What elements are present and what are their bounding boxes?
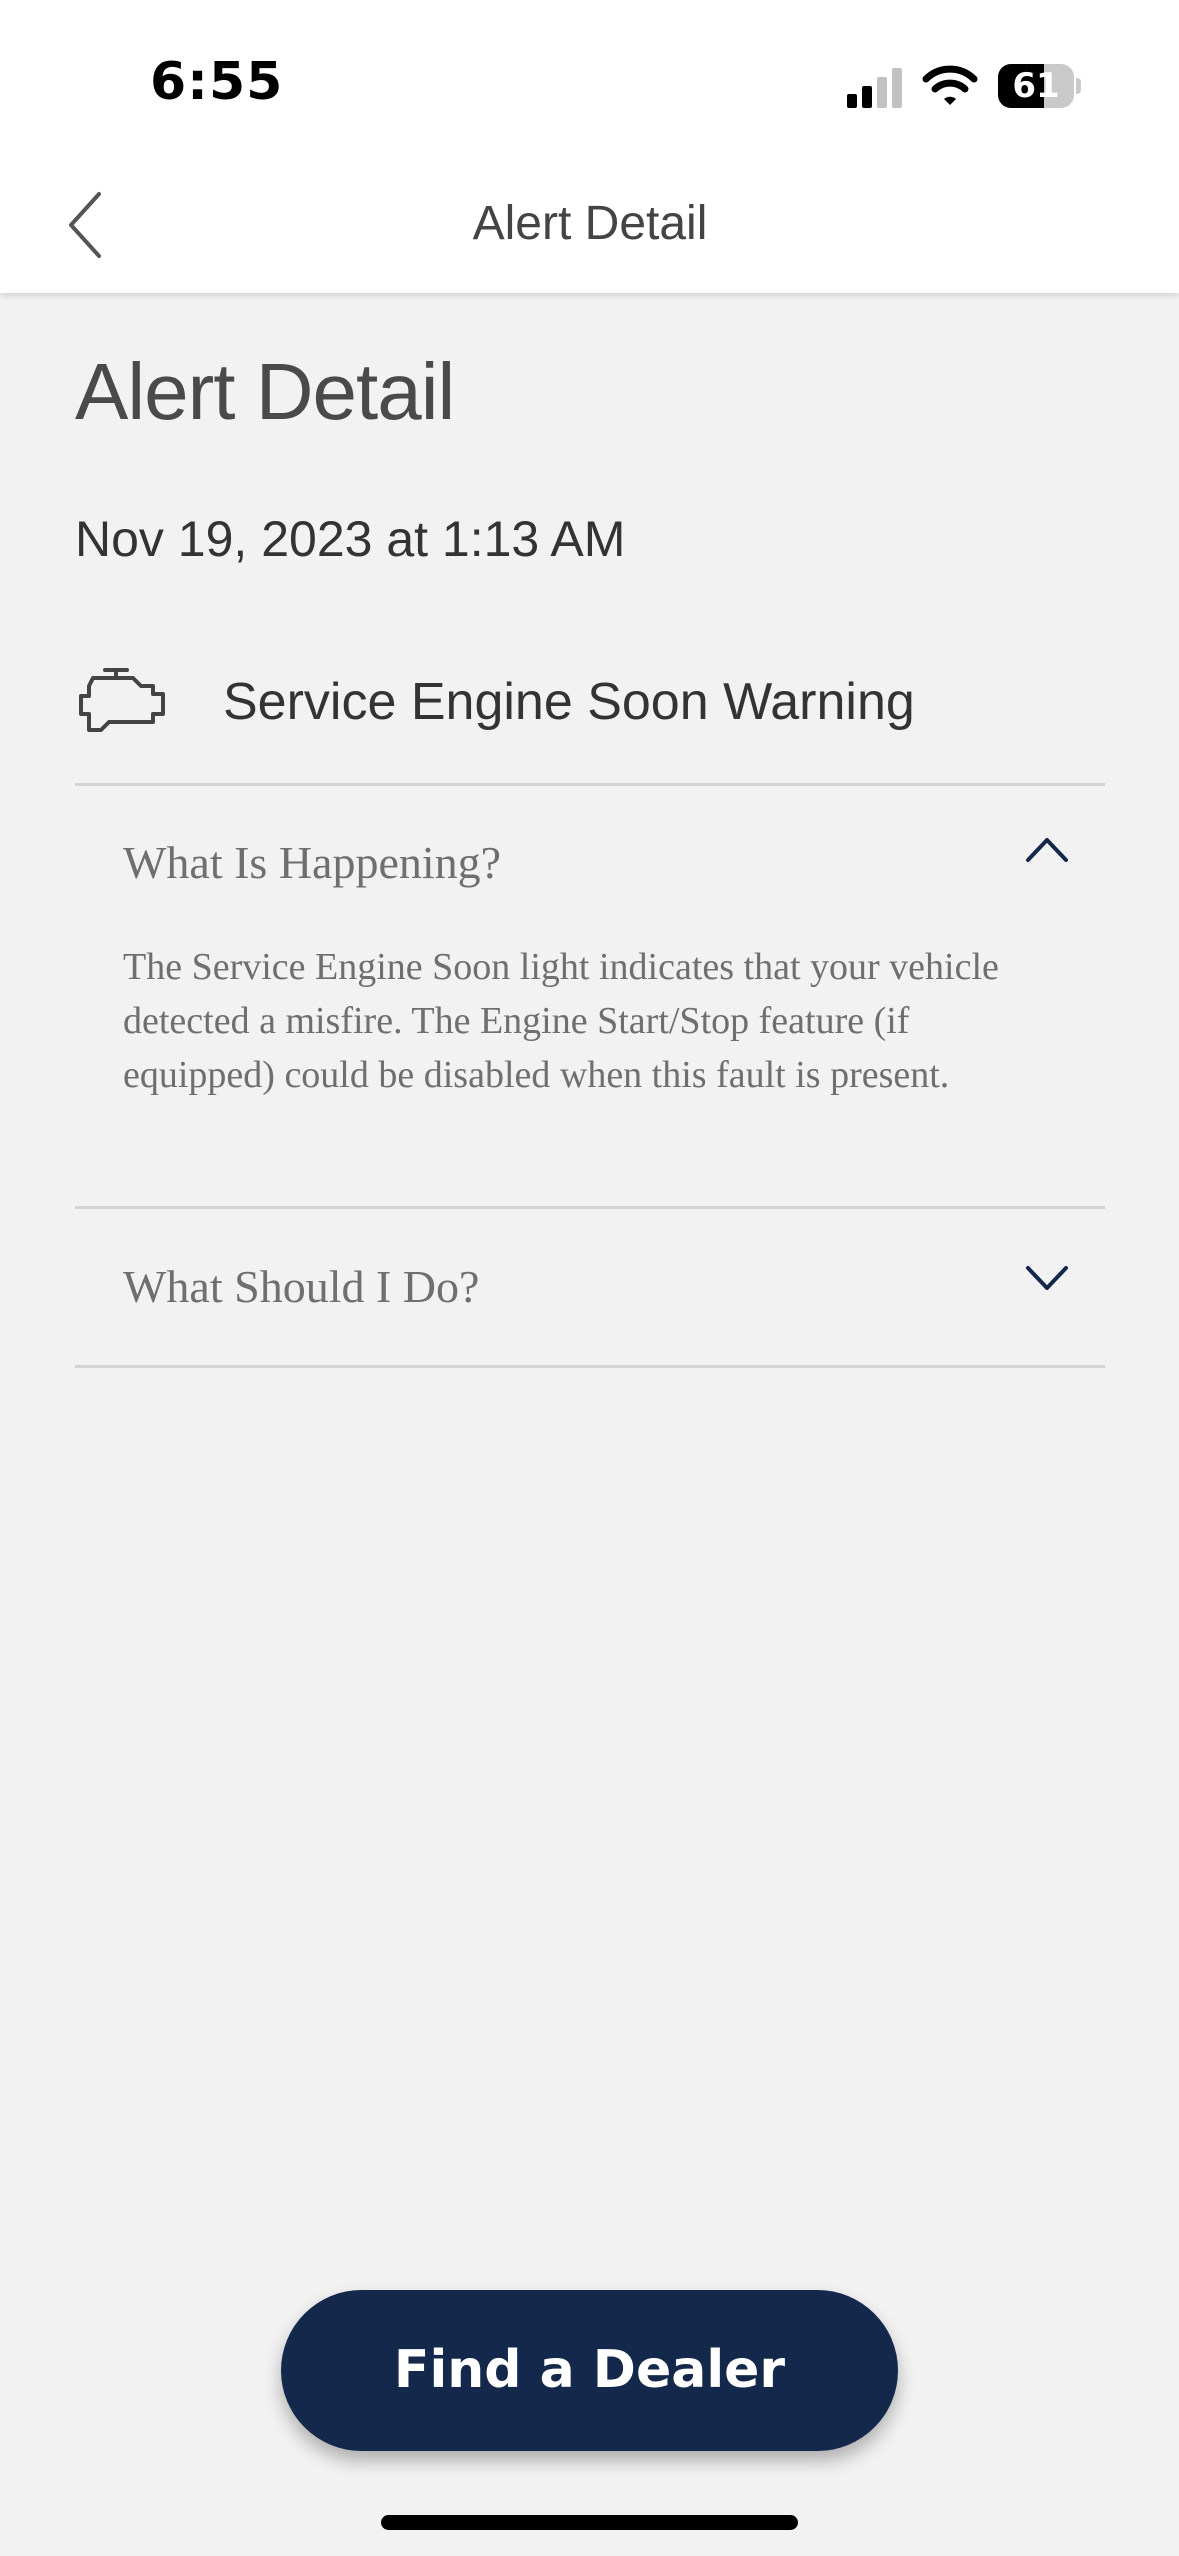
- top-bar: 6:55 61 Alert Detail: [0, 0, 1179, 293]
- alert-name: Service Engine Soon Warning: [223, 673, 915, 731]
- status-time: 6:55: [150, 52, 284, 112]
- alert-timestamp: Nov 19, 2023 at 1:13 AM: [75, 511, 626, 567]
- battery-level: 61: [1012, 66, 1060, 106]
- engine-icon: [79, 668, 165, 732]
- section-what-should-i-do[interactable]: What Should I Do?: [75, 1260, 1105, 1320]
- home-indicator: [381, 2515, 798, 2530]
- section-body: The Service Engine Soon light indicates …: [123, 946, 999, 1096]
- alert-summary: Service Engine Soon Warning: [75, 660, 1105, 784]
- chevron-down-icon: [1026, 1266, 1068, 1290]
- nav-title: Alert Detail: [472, 197, 708, 250]
- battery-nub: [1076, 78, 1081, 94]
- divider: [75, 783, 1105, 786]
- find-a-dealer-button[interactable]: Find a Dealer: [281, 2290, 898, 2451]
- page-title: Alert Detail: [75, 347, 455, 436]
- battery-icon: 61: [998, 64, 1081, 108]
- divider: [75, 1206, 1105, 1209]
- section-what-is-happening[interactable]: What Is Happening?: [75, 836, 1105, 896]
- cellular-signal-icon: [847, 68, 902, 108]
- section-label: What Should I Do?: [123, 1261, 480, 1312]
- chevron-up-icon: [1026, 838, 1068, 862]
- chevron-left-icon: [69, 192, 101, 258]
- wifi-icon: [922, 65, 978, 105]
- section-label: What Is Happening?: [123, 837, 502, 888]
- divider: [75, 1365, 1105, 1368]
- back-button[interactable]: [50, 180, 120, 270]
